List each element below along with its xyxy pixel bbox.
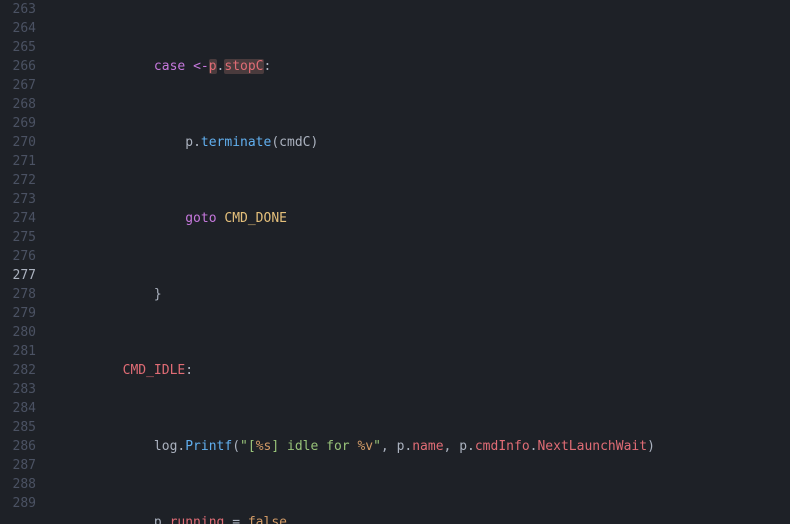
line-number: 284 [0, 399, 56, 418]
format-verb: %v [357, 439, 373, 454]
line-number: 269 [0, 114, 56, 133]
line-number: 272 [0, 171, 56, 190]
keyword: goto [185, 211, 216, 226]
label-def: CMD_IDLE [123, 363, 186, 378]
colon: : [264, 59, 272, 74]
keyword: case [154, 59, 185, 74]
line-number: 289 [0, 494, 56, 513]
brace: } [154, 287, 162, 302]
line-number: 274 [0, 209, 56, 228]
line-number: 266 [0, 57, 56, 76]
property: running [170, 515, 225, 524]
line-number: 278 [0, 285, 56, 304]
line-number: 268 [0, 95, 56, 114]
code-line: goto CMD_DONE [56, 209, 790, 228]
comma: , [444, 439, 460, 454]
line-number: 275 [0, 228, 56, 247]
label-ref: CMD_DONE [224, 211, 287, 226]
colon: : [185, 363, 193, 378]
dot: . [193, 135, 201, 150]
line-number: 270 [0, 133, 56, 152]
ident: log [154, 439, 177, 454]
line-number: 280 [0, 323, 56, 342]
line-number: 265 [0, 38, 56, 57]
lparen: ( [232, 439, 240, 454]
receiver: p [185, 135, 193, 150]
receiver-highlighted: p [209, 59, 217, 74]
string: "[ [240, 439, 256, 454]
line-number: 264 [0, 19, 56, 38]
code-line: case <-p.stopC: [56, 57, 790, 76]
comma: , [381, 439, 397, 454]
func-call: terminate [201, 135, 271, 150]
line-number: 263 [0, 0, 56, 19]
bool: false [248, 515, 287, 524]
code-line: } [56, 285, 790, 304]
dot: . [162, 515, 170, 524]
code-line: p.running = false [56, 513, 790, 524]
lparen: ( [271, 135, 279, 150]
eq: = [224, 515, 247, 524]
string: " [373, 439, 381, 454]
line-number: 279 [0, 304, 56, 323]
line-number: 282 [0, 361, 56, 380]
line-number: 273 [0, 190, 56, 209]
func-call: Printf [185, 439, 232, 454]
format-verb: %s [256, 439, 272, 454]
rparen: ) [647, 439, 655, 454]
property-highlighted: stopC [224, 59, 263, 74]
ident: p [459, 439, 467, 454]
property: NextLaunchWait [537, 439, 647, 454]
line-number: 285 [0, 418, 56, 437]
property: name [412, 439, 443, 454]
line-number: 283 [0, 380, 56, 399]
line-number: 267 [0, 76, 56, 95]
code-line: CMD_IDLE: [56, 361, 790, 380]
operator: <- [193, 59, 209, 74]
line-number-gutter: 2632642652662672682692702712722732742752… [0, 0, 56, 524]
line-number: 288 [0, 475, 56, 494]
line-number: 286 [0, 437, 56, 456]
code-area[interactable]: case <-p.stopC: p.terminate(cmdC) goto C… [56, 0, 790, 524]
line-number: 287 [0, 456, 56, 475]
code-line: p.terminate(cmdC) [56, 133, 790, 152]
line-number: 276 [0, 247, 56, 266]
string: ] idle for [271, 439, 357, 454]
arg: cmdC [279, 135, 310, 150]
ident: p [154, 515, 162, 524]
line-number: 271 [0, 152, 56, 171]
rparen: ) [310, 135, 318, 150]
code-line: log.Printf("[%s] idle for %v", p.name, p… [56, 437, 790, 456]
line-number: 277 [0, 266, 56, 285]
property: cmdInfo [475, 439, 530, 454]
line-number: 281 [0, 342, 56, 361]
dot: . [467, 439, 475, 454]
code-editor[interactable]: 2632642652662672682692702712722732742752… [0, 0, 790, 524]
